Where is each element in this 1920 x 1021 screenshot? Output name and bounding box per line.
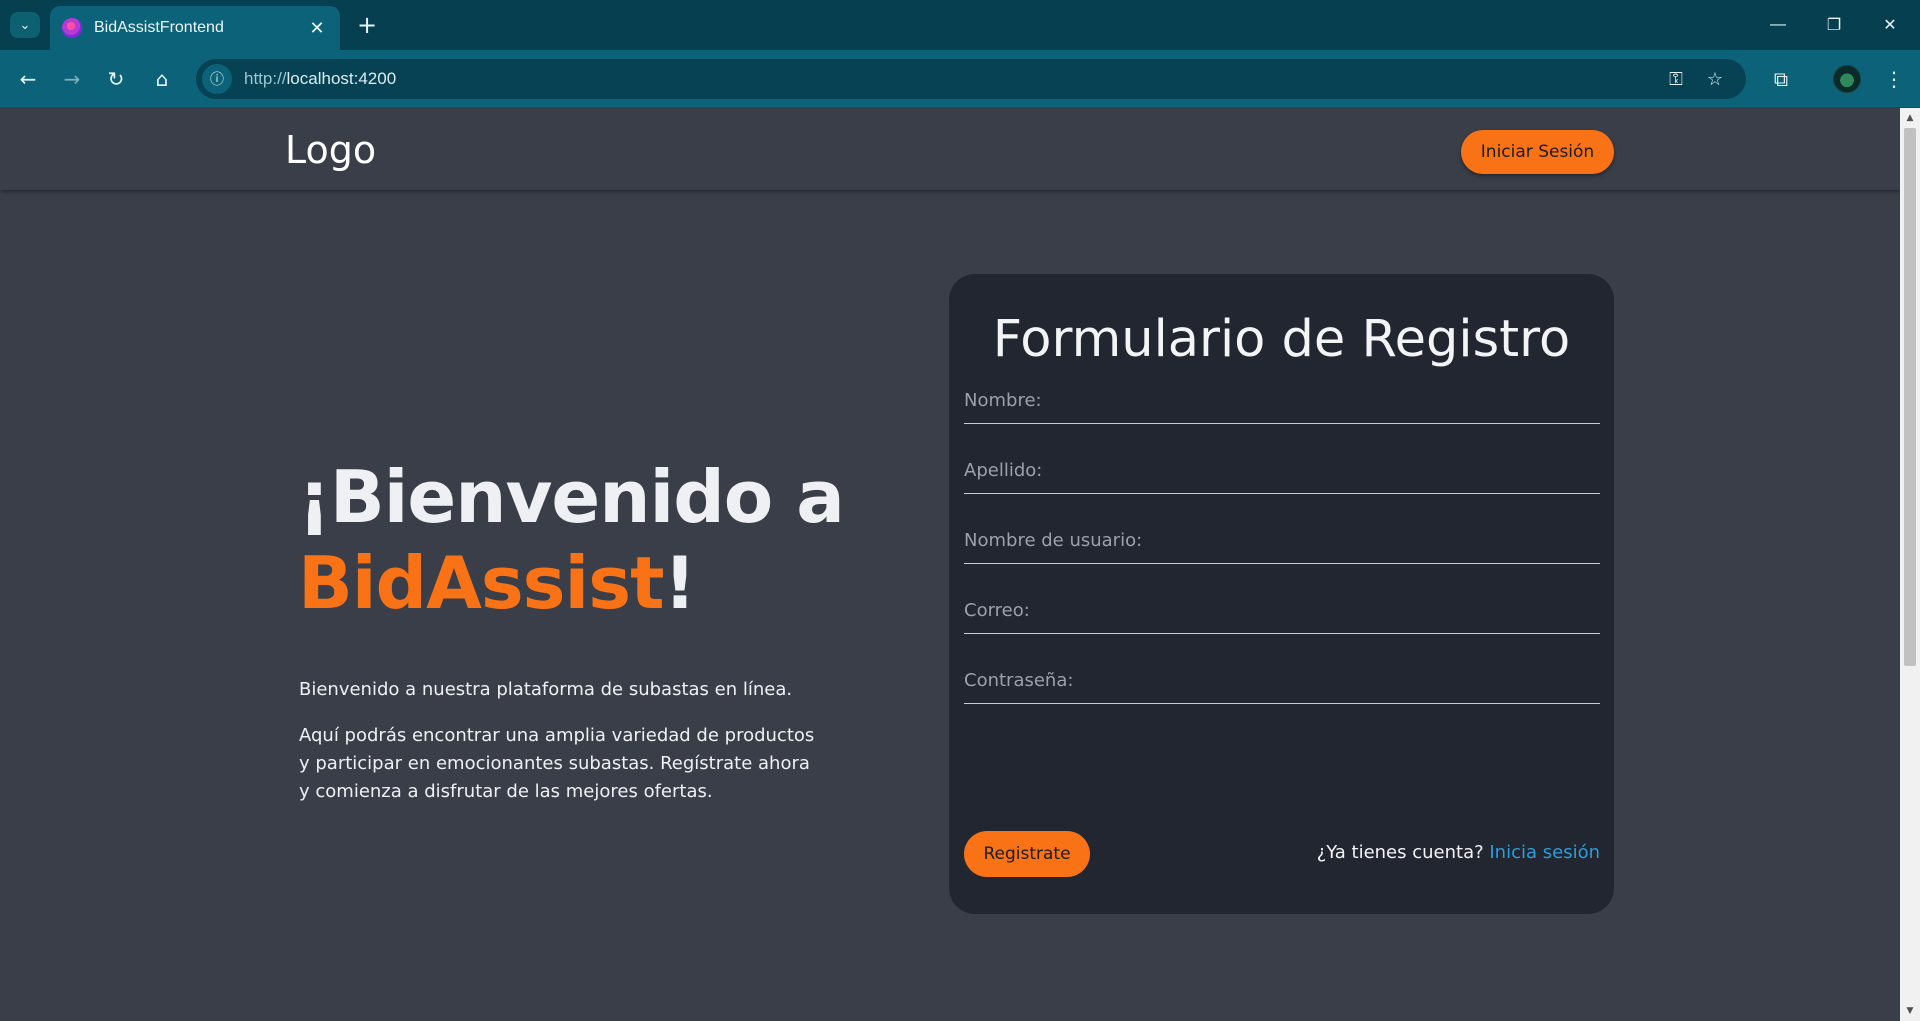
address-bar[interactable]: ⓘ http://localhost:4200 ⚿ ☆ — [196, 59, 1746, 99]
page-scrollbar[interactable]: ▲ ▼ — [1900, 108, 1920, 1021]
browser-tab-active[interactable]: BidAssistFrontend ✕ — [50, 6, 340, 50]
restore-window-button[interactable]: ❐ — [1814, 10, 1854, 40]
browser-titlebar: ⌄ BidAssistFrontend ✕ + — ❐ ✕ — [0, 0, 1920, 50]
last-name-field — [964, 436, 1600, 494]
form-title: Formulario de Registro — [992, 310, 1571, 369]
close-window-button[interactable]: ✕ — [1870, 10, 1910, 40]
tab-close-icon[interactable]: ✕ — [304, 15, 330, 41]
page-viewport: Logo Iniciar Sesión ¡Bienvenido a BidAss… — [0, 108, 1900, 1021]
login-link[interactable]: Inicia sesión — [1489, 842, 1600, 863]
hero-title-suffix: ! — [663, 541, 696, 625]
last-name-input[interactable] — [964, 436, 1600, 493]
reload-button[interactable]: ↻ — [100, 63, 132, 95]
email-field — [964, 576, 1600, 634]
back-button[interactable]: ← — [12, 63, 44, 95]
scrollbar-thumb[interactable] — [1904, 128, 1916, 666]
first-name-input[interactable] — [964, 366, 1600, 423]
register-button[interactable]: Registrate — [964, 831, 1090, 877]
has-account-prompt: ¿Ya tienes cuenta? Inicia sesión — [1317, 842, 1600, 863]
hero-title: ¡Bienvenido a BidAssist! — [298, 454, 858, 626]
url-text[interactable]: http://localhost:4200 — [244, 69, 396, 89]
password-field — [964, 646, 1600, 704]
hero-paragraph-2: Aquí podrás encontrar una amplia varieda… — [299, 725, 815, 802]
email-input[interactable] — [964, 576, 1600, 633]
hero-paragraph-1: Bienvenido a nuestra plataforma de subas… — [299, 679, 793, 700]
hero-title-brand: BidAssist — [298, 541, 664, 625]
angular-favicon-icon — [62, 18, 82, 38]
registration-form: Formulario de Registro Registrate ¿Ya ti… — [949, 274, 1614, 914]
first-name-field — [964, 366, 1600, 424]
site-info-icon[interactable]: ⓘ — [202, 64, 232, 94]
password-input[interactable] — [964, 646, 1600, 703]
browser-toolbar: ← → ↻ ⌂ ⓘ http://localhost:4200 ⚿ ☆ ⧉ ⋮ — [0, 50, 1920, 108]
url-scheme: http:// — [244, 69, 287, 88]
browser-menu-icon[interactable]: ⋮ — [1878, 63, 1910, 95]
scroll-up-icon[interactable]: ▲ — [1900, 110, 1920, 126]
url-host: localhost:4200 — [286, 69, 397, 88]
login-button[interactable]: Iniciar Sesión — [1461, 130, 1614, 174]
extensions-icon[interactable]: ⧉ — [1765, 63, 1797, 95]
hero-title-prefix: ¡Bienvenido a — [298, 455, 845, 539]
site-navbar: Logo Iniciar Sesión — [0, 108, 1900, 190]
chevron-down-icon: ⌄ — [19, 17, 31, 33]
password-key-icon[interactable]: ⚿ — [1661, 64, 1691, 94]
tab-title: BidAssistFrontend — [94, 19, 224, 36]
username-field — [964, 506, 1600, 564]
forward-button[interactable]: → — [56, 63, 88, 95]
minimize-window-button[interactable]: — — [1758, 10, 1798, 40]
new-tab-button[interactable]: + — [352, 10, 382, 40]
tab-search-button[interactable]: ⌄ — [10, 12, 40, 38]
profile-avatar[interactable] — [1833, 65, 1861, 93]
username-input[interactable] — [964, 506, 1600, 563]
has-account-text: ¿Ya tienes cuenta? — [1316, 842, 1490, 863]
bookmark-star-icon[interactable]: ☆ — [1700, 64, 1730, 94]
site-logo[interactable]: Logo — [285, 128, 376, 172]
home-button[interactable]: ⌂ — [146, 63, 178, 95]
scroll-down-icon[interactable]: ▼ — [1900, 1003, 1920, 1019]
